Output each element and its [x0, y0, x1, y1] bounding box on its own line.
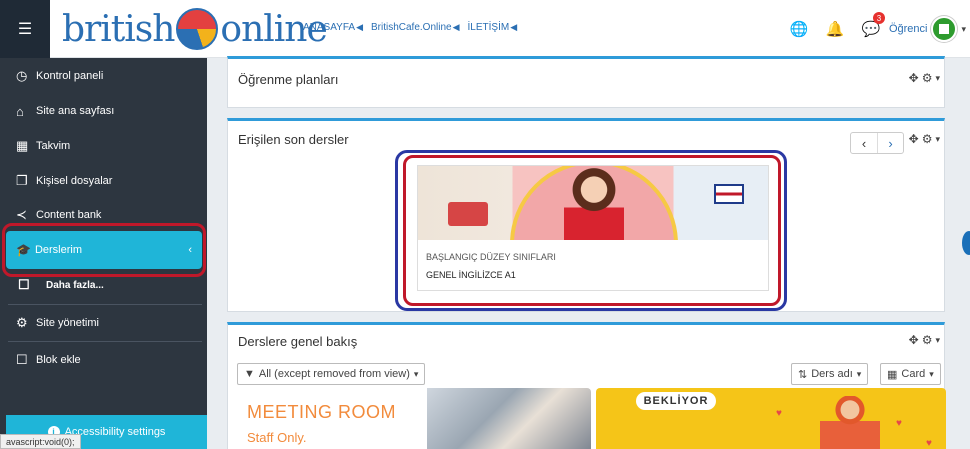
chevron-down-icon[interactable]: ▾ [935, 134, 940, 145]
card-title: Erişilen son dersler [238, 132, 349, 147]
block-controls: ✥ ⚙ ▾ [909, 333, 940, 347]
course-filter-dropdown[interactable]: ▼ All (except removed from view) ▾ [237, 363, 426, 385]
heart-icon: ♥ [776, 408, 782, 419]
bell-icon[interactable]: 🔔 [817, 0, 853, 58]
user-menu[interactable]: Öğrenci ▾ [889, 16, 970, 42]
chevron-down-icon[interactable]: ▾ [935, 335, 940, 346]
files-icon: ❐ [16, 173, 28, 188]
gear-icon[interactable]: ⚙ [922, 71, 933, 85]
block-controls: ✥ ⚙ ▾ [909, 71, 940, 85]
filter-icon: ▼ [244, 368, 255, 380]
bus-illustration [448, 202, 488, 226]
navbar-right: 🌐 🔔 💬 3 Öğrenci ▾ [781, 0, 970, 58]
sidebar-item-dashboard[interactable]: ◷ Kontrol paneli [0, 59, 207, 93]
uk-flag-illustration [714, 184, 744, 204]
course-category: BAŞLANGIÇ DÜZEY SINIFLARI [426, 252, 556, 262]
heart-icon: ♥ [926, 438, 932, 449]
heart-icon: ♥ [896, 418, 902, 429]
home-icon: ⌂ [16, 103, 24, 119]
message-count-badge: 3 [872, 12, 885, 24]
sidebar-item-home[interactable]: ⌂ Site ana sayfası [0, 94, 207, 128]
chevron-down-icon[interactable]: ▾ [935, 73, 940, 84]
chevron-down-icon: ▾ [929, 368, 934, 379]
sidebar-item-files[interactable]: ❐ Kişisel dosyalar [0, 164, 207, 198]
gear-icon[interactable]: ⚙ [922, 333, 933, 347]
sort-dropdown[interactable]: ⇅ Ders adı ▾ [791, 363, 869, 385]
caret-left-icon: ◀ [452, 22, 460, 32]
calendar-icon: ▦ [16, 138, 29, 153]
course-pager: ‹ › [850, 132, 904, 154]
share-icon: ≺ [16, 207, 27, 222]
course-name-link[interactable]: GENEL İNGİLİZCE A1 [426, 270, 516, 280]
caret-left-icon: ◀ [356, 22, 363, 32]
sidebar-item-calendar[interactable]: ▦ Takvim [0, 129, 207, 163]
course-image [418, 166, 768, 240]
course-image-person [564, 168, 624, 240]
site-logo[interactable]: british online [62, 6, 328, 52]
gear-icon[interactable]: ⚙ [922, 132, 933, 146]
nav-link-home[interactable]: ANASAYFA◀ [303, 22, 363, 33]
sort-icon: ⇅ [798, 368, 808, 381]
sidebar-divider [8, 304, 202, 305]
drawer-toggle-button[interactable] [962, 231, 970, 255]
messages-icon[interactable]: 💬 3 [853, 0, 889, 58]
folder-icon: ☐ [16, 352, 28, 367]
move-icon[interactable]: ✥ [909, 71, 919, 85]
chevron-down-icon: ▾ [961, 23, 966, 34]
sidebar-divider [8, 341, 202, 342]
browser-status-bar: avascript:void(0); [0, 434, 81, 449]
block-controls: ✥ ⚙ ▾ [909, 132, 940, 146]
view-mode-dropdown[interactable]: ▦ Card ▾ [880, 363, 941, 385]
caret-left-icon: ◀ [510, 22, 518, 32]
logo-text-left: british [62, 8, 175, 50]
tile-subtitle: Staff Only. [247, 430, 307, 445]
recent-course-card[interactable]: BAŞLANGIÇ DÜZEY SINIFLARI GENEL İNGİLİZC… [417, 165, 769, 291]
dashboard-icon: ◷ [16, 68, 28, 83]
learning-plans-card: Öğrenme planları ✥ ⚙ ▾ [227, 56, 945, 108]
globe-logo-icon [176, 8, 219, 50]
language-globe-icon[interactable]: 🌐 [781, 0, 817, 58]
sidebar-item-more[interactable]: ☐ Daha fazla... [0, 268, 207, 302]
user-name: Öğrenci [888, 23, 928, 35]
tile-photo [427, 388, 591, 449]
tile-illustration [820, 396, 880, 449]
course-tile[interactable]: MEETING ROOM Staff Only. [237, 388, 591, 449]
tile-badge: BEKLİYOR [636, 392, 716, 410]
tile-title: MEETING ROOM [247, 402, 396, 422]
move-icon[interactable]: ✥ [909, 333, 919, 347]
course-tile[interactable]: BEKLİYOR ♥ ♥ ♥ [596, 388, 946, 449]
prev-page-button[interactable]: ‹ [851, 133, 877, 153]
avatar [931, 16, 958, 42]
card-title: Öğrenme planları [238, 72, 339, 87]
nav-link-contact[interactable]: İLETİŞİM◀ [468, 22, 518, 33]
folder-icon: ☐ [18, 277, 30, 292]
hamburger-menu-button[interactable]: ☰ [0, 0, 50, 58]
course-overview-card: Derslere genel bakış ✥ ⚙ ▾ ▼ All (except… [227, 322, 946, 449]
chevron-down-icon: ▾ [856, 368, 862, 379]
sidebar-item-add-block[interactable]: ☐ Blok ekle [0, 343, 207, 377]
next-page-button[interactable]: › [877, 133, 903, 153]
left-sidebar: ◷ Kontrol paneli ⌂ Site ana sayfası ▦ Takvi… [0, 58, 207, 449]
recent-courses-card: Erişilen son dersler ‹ › ✥ ⚙ ▾ BAŞLANGIÇ… [227, 118, 945, 312]
nav-link-britishcafe[interactable]: BritishCafe.Online◀ [371, 22, 460, 33]
top-navbar: ☰ british online ANASAYFA◀ BritishCafe.O… [0, 0, 970, 58]
sidebar-item-site-admin[interactable]: ⚙ Site yönetimi [0, 306, 207, 340]
card-title: Derslere genel bakış [238, 334, 358, 349]
gear-icon: ⚙ [16, 315, 28, 330]
top-nav-links: ANASAYFA◀ BritishCafe.Online◀ İLETİŞİM◀ [303, 22, 517, 33]
grid-icon: ▦ [887, 368, 898, 381]
move-icon[interactable]: ✥ [909, 132, 919, 146]
chevron-down-icon: ▾ [413, 368, 419, 379]
